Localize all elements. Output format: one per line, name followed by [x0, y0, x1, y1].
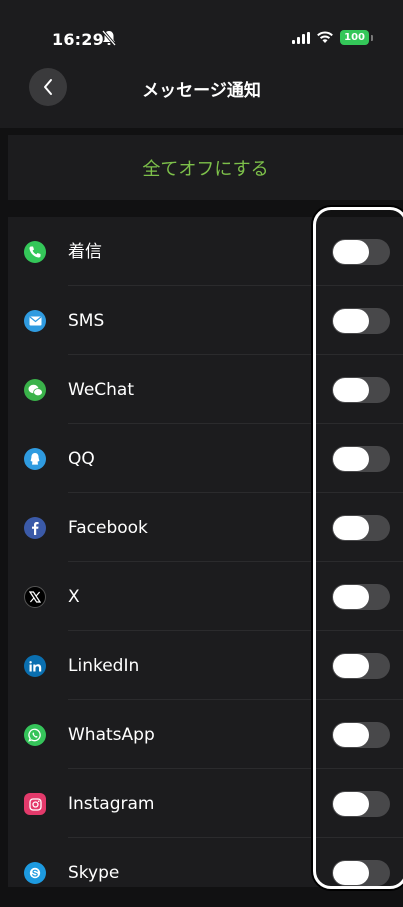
toggle-column-highlight [313, 207, 403, 889]
battery-level: 100 [340, 30, 369, 45]
wifi-icon [317, 31, 334, 43]
qq-icon [24, 448, 46, 470]
app-name: Skype [68, 863, 120, 883]
app-name: WeChat [68, 380, 134, 400]
page-title: メッセージ通知 [142, 81, 261, 101]
app-name: QQ [68, 449, 95, 469]
x-icon [24, 586, 46, 608]
turn-all-off-label: 全てオフにする [142, 158, 269, 180]
app-name: 着信 [68, 242, 102, 262]
battery-icon [371, 34, 373, 41]
app-name: Instagram [68, 794, 155, 814]
app-name: X [68, 587, 80, 607]
status-time: 16:29 [52, 30, 104, 49]
status-bar: 16:29 100 [0, 0, 403, 52]
instagram-icon [24, 793, 46, 815]
signal-icon [292, 31, 311, 44]
facebook-icon [24, 517, 46, 539]
app-name: LinkedIn [68, 656, 140, 676]
skype-icon [24, 862, 46, 884]
app-name: SMS [68, 311, 105, 331]
silent-bell-icon [101, 30, 117, 46]
sms-icon [24, 310, 46, 332]
wechat-icon [24, 379, 46, 401]
nav-bar: メッセージ通知 [0, 52, 403, 128]
phone-icon [24, 241, 46, 263]
app-name: Facebook [68, 518, 148, 538]
whatsapp-icon [24, 724, 46, 746]
app-name: WhatsApp [68, 725, 155, 745]
turn-all-off-button[interactable]: 全てオフにする [8, 135, 403, 200]
linkedin-icon [24, 655, 46, 677]
